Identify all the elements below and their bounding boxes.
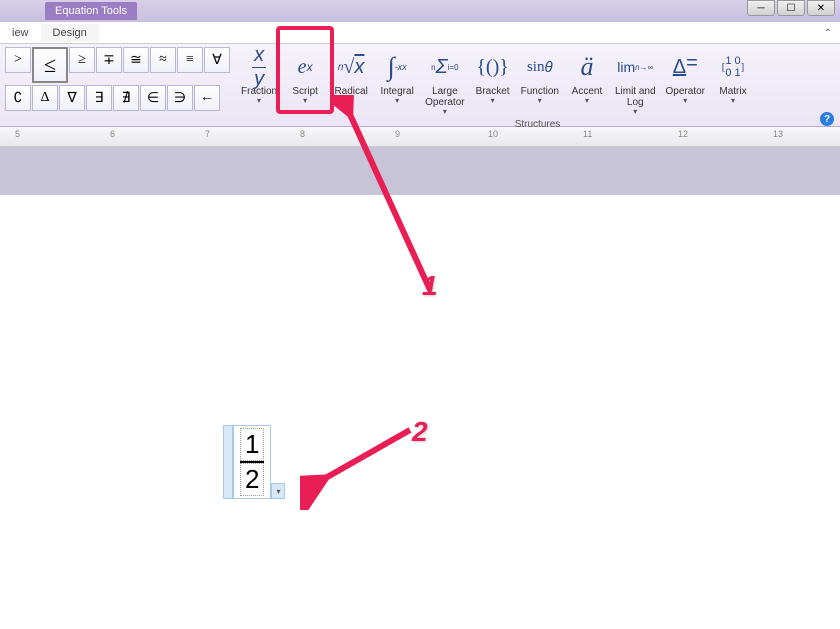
- close-button[interactable]: ✕: [807, 0, 835, 16]
- symbol-elementof[interactable]: ∈: [140, 85, 166, 111]
- equation-container[interactable]: 1 2 ▾: [223, 425, 285, 499]
- title-bar: Equation Tools ─ ☐ ✕: [0, 0, 840, 22]
- equation-tools-context-tab: Equation Tools: [45, 2, 137, 20]
- ruler-mark: 12: [678, 129, 688, 139]
- symbols-group: > ≤ ≥ ∓ ≅ ≈ ≡ ∀ ∁ Δ ∇ ∃ ∄ ∈ ∋ ←: [0, 44, 235, 126]
- ribbon-tabs: iew Design: [0, 22, 840, 44]
- operator-icon: Δ=: [673, 50, 698, 84]
- bracket-icon: {()}: [476, 50, 509, 84]
- ruler-mark: 6: [110, 129, 115, 139]
- equation-content[interactable]: 1 2: [233, 425, 271, 499]
- chevron-down-icon: ▾: [491, 96, 495, 105]
- symbol-contains[interactable]: ∋: [167, 85, 193, 111]
- ruler-mark: 11: [583, 129, 592, 139]
- ribbon: > ≤ ≥ ∓ ≅ ≈ ≡ ∀ ∁ Δ ∇ ∃ ∄ ∈ ∋ ← xy Fra: [0, 44, 840, 127]
- document-area[interactable]: 1 2 ▾: [0, 195, 840, 625]
- symbol-complement[interactable]: ∁: [5, 85, 31, 111]
- symbol-leftarrow[interactable]: ←: [194, 85, 220, 111]
- chevron-down-icon: ▾: [538, 96, 542, 105]
- chevron-down-icon: ▾: [731, 96, 735, 105]
- large-operator-button[interactable]: nΣi=0 Large Operator ▾: [421, 48, 468, 118]
- ruler-mark: 7: [205, 129, 210, 139]
- matrix-button[interactable]: [1 00 1] Matrix ▾: [711, 48, 755, 118]
- tab-design[interactable]: Design: [41, 24, 99, 42]
- symbol-less-equal-large[interactable]: ≤: [32, 47, 68, 83]
- ruler[interactable]: 5 6 7 8 9 10 11 12 13: [0, 127, 840, 147]
- symbol-greater[interactable]: >: [5, 47, 31, 73]
- ruler-mark: 10: [488, 129, 498, 139]
- ruler-mark: 9: [395, 129, 400, 139]
- script-icon: ex: [298, 50, 313, 84]
- fraction-display: 1 2: [240, 428, 264, 496]
- limit-log-button[interactable]: limn→∞ Limit and Log ▾: [611, 48, 660, 118]
- bracket-button[interactable]: {()} Bracket ▾: [471, 48, 515, 118]
- symbol-delta[interactable]: Δ: [32, 85, 58, 111]
- matrix-icon: [1 00 1]: [722, 50, 745, 84]
- ruler-mark: 13: [773, 129, 783, 139]
- equation-handle-left[interactable]: [223, 425, 233, 499]
- symbol-exists[interactable]: ∃: [86, 85, 112, 111]
- fraction-numerator[interactable]: 1: [240, 428, 264, 461]
- symbol-approx[interactable]: ≈: [150, 47, 176, 73]
- annotation-label-2: 2: [412, 416, 428, 448]
- equation-options-button[interactable]: ▾: [271, 483, 285, 499]
- symbol-forall[interactable]: ∀: [204, 47, 230, 73]
- symbol-equiv[interactable]: ≡: [177, 47, 203, 73]
- symbol-congruent[interactable]: ≅: [123, 47, 149, 73]
- radical-icon: n√x: [338, 50, 365, 84]
- maximize-button[interactable]: ☐: [777, 0, 805, 16]
- structures-section: xy Fraction ▾ ex Script ▾ n√x Radical ▾ …: [235, 44, 840, 126]
- chevron-down-icon: ▾: [585, 96, 589, 105]
- operator-button[interactable]: Δ= Operator ▾: [662, 48, 709, 118]
- integral-icon: ∫-xx: [388, 50, 407, 84]
- minimize-button[interactable]: ─: [747, 0, 775, 16]
- function-icon: sinθ: [527, 50, 553, 84]
- chevron-down-icon: ▾: [303, 96, 307, 105]
- structure-label: Limit and Log: [615, 86, 656, 108]
- structure-label: Large Operator: [425, 86, 464, 108]
- function-button[interactable]: sinθ Function ▾: [517, 48, 563, 118]
- ruler-mark: 5: [15, 129, 20, 139]
- accent-icon: ä: [580, 50, 593, 84]
- help-icon[interactable]: ?: [820, 112, 834, 126]
- ruler-mark: 8: [300, 129, 305, 139]
- chevron-down-icon: ▾: [349, 96, 353, 105]
- chevron-down-icon: ▾: [633, 107, 637, 116]
- chevron-down-icon: ▾: [395, 96, 399, 105]
- chevron-down-icon: ▾: [443, 107, 447, 116]
- fraction-icon: xy: [252, 50, 266, 84]
- symbol-greater-equal[interactable]: ≥: [69, 47, 95, 73]
- fraction-denominator[interactable]: 2: [240, 463, 264, 496]
- symbol-notexists[interactable]: ∄: [113, 85, 139, 111]
- document-background: [0, 147, 840, 195]
- large-operator-icon: nΣi=0: [431, 50, 458, 84]
- fraction-button[interactable]: xy Fraction ▾: [237, 48, 281, 118]
- symbol-mp[interactable]: ∓: [96, 47, 122, 73]
- annotation-label-1: 1: [422, 270, 438, 302]
- integral-button[interactable]: ∫-xx Integral ▾: [375, 48, 419, 118]
- chevron-down-icon: ▾: [683, 96, 687, 105]
- accent-button[interactable]: ä Accent ▾: [565, 48, 609, 118]
- tab-view[interactable]: iew: [0, 24, 41, 42]
- collapse-ribbon-icon[interactable]: ⌃: [824, 28, 832, 39]
- radical-button[interactable]: n√x Radical ▾: [329, 48, 373, 118]
- limit-icon: limn→∞: [617, 50, 653, 84]
- symbol-nabla[interactable]: ∇: [59, 85, 85, 111]
- script-button[interactable]: ex Script ▾: [283, 48, 327, 118]
- window-controls: ─ ☐ ✕: [747, 0, 835, 16]
- chevron-down-icon: ▾: [257, 96, 261, 105]
